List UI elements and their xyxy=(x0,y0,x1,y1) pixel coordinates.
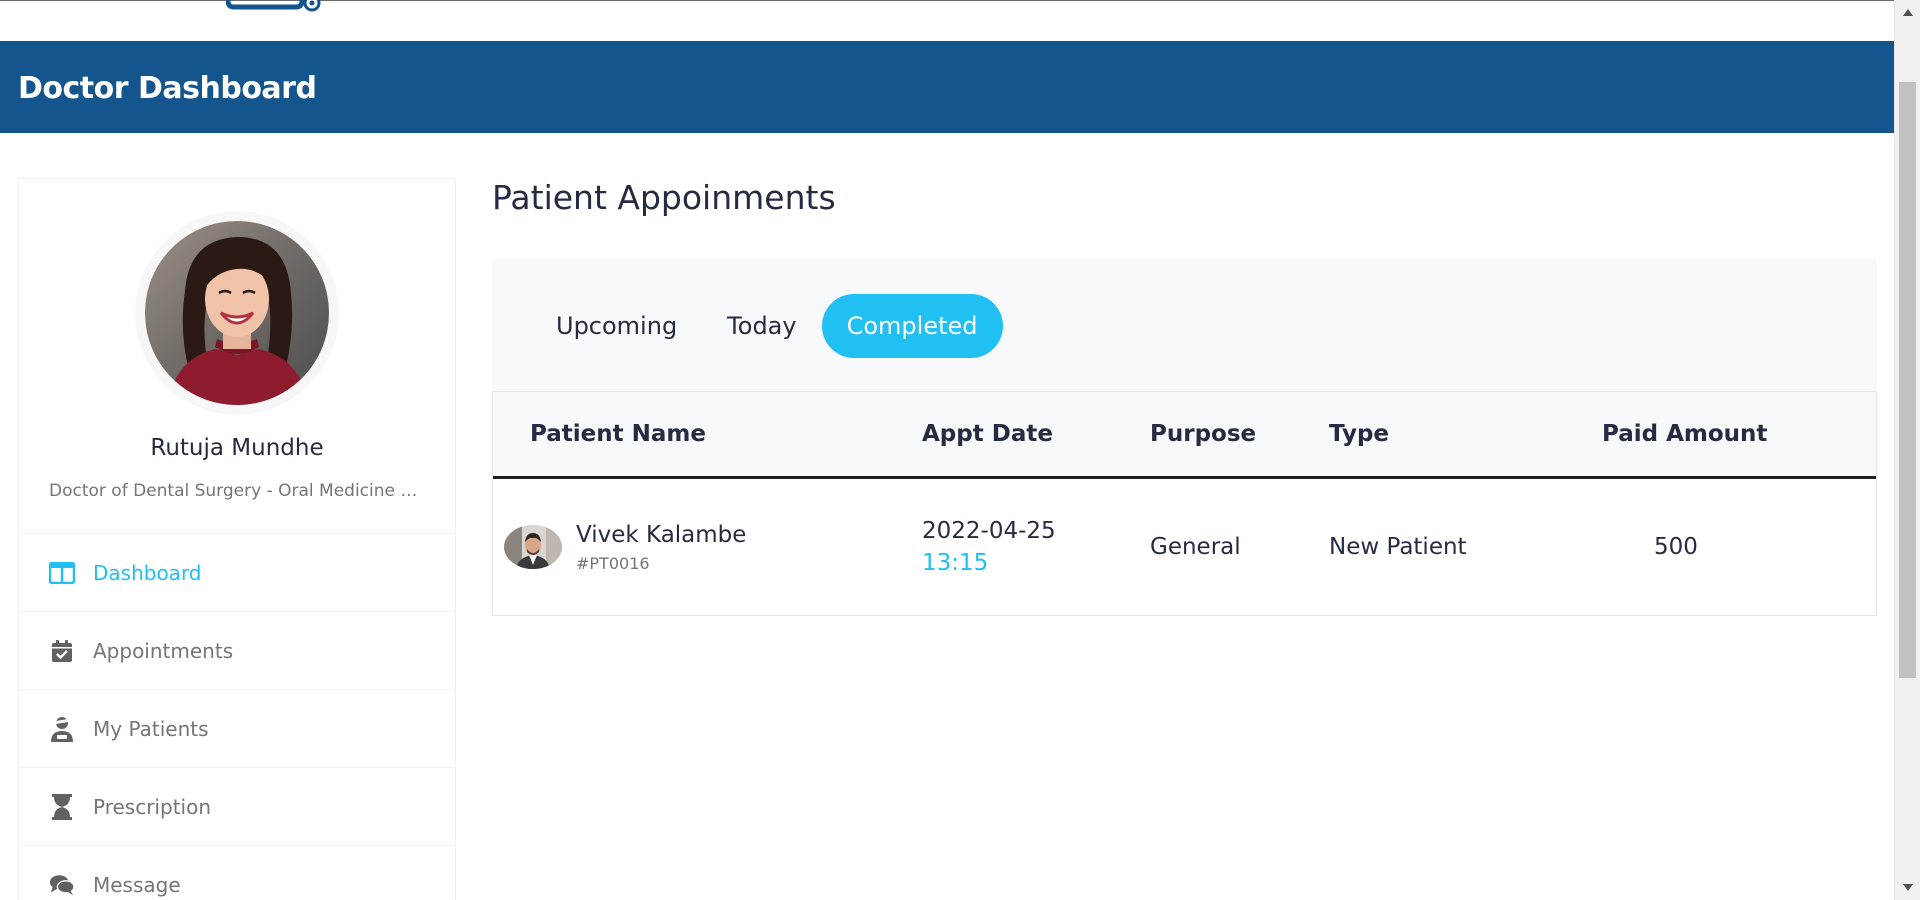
profile-widget: Rutuja Mundhe Doctor of Dental Surgery -… xyxy=(19,179,455,534)
avatar[interactable] xyxy=(145,221,329,405)
column-header-paid-amount: Paid Amount xyxy=(1602,392,1876,479)
column-header-purpose: Purpose xyxy=(1150,392,1329,479)
sidebar-item-label: Appointments xyxy=(93,638,234,663)
appointment-tabs: Upcoming Today Completed xyxy=(492,258,1877,392)
purpose-cell: General xyxy=(1150,534,1241,560)
page: Doctor Dashboard Rutuja Mundhe Doctor of… xyxy=(0,0,1920,900)
patient-profile: Vivek Kalambe #PT0016 xyxy=(493,522,922,573)
calendar-check-icon xyxy=(49,638,75,664)
doctor-name: Rutuja Mundhe xyxy=(150,435,324,461)
columns-icon xyxy=(49,560,75,586)
column-header-type: Type xyxy=(1329,392,1602,479)
sidebar-item-my-patients[interactable]: My Patients xyxy=(19,690,455,768)
patient-name-link[interactable]: Vivek Kalambe xyxy=(576,522,746,548)
table-header-row: Patient Name Appt Date Purpose Type Paid… xyxy=(493,392,1876,479)
type-cell: New Patient xyxy=(1329,534,1467,560)
doctor-photo xyxy=(145,221,329,405)
logo-icon[interactable] xyxy=(226,0,322,15)
sidebar-item-appointments[interactable]: Appointments xyxy=(19,612,455,690)
sidebar-item-message[interactable]: Message xyxy=(19,846,455,900)
comments-icon xyxy=(49,872,75,898)
breadcrumb-bar: Doctor Dashboard xyxy=(0,41,1895,133)
tab-list: Upcoming Today Completed xyxy=(531,294,1003,358)
page-title: Doctor Dashboard xyxy=(18,71,317,106)
paid-amount-cell: 500 xyxy=(1602,478,1876,616)
appointments-table: Patient Name Appt Date Purpose Type Paid… xyxy=(493,392,1876,615)
appt-date: 2022-04-25 xyxy=(922,518,1056,544)
avatar-ring xyxy=(135,211,339,415)
tab-today[interactable]: Today xyxy=(702,294,821,358)
appt-date-cell: 2022-04-25 13:15 xyxy=(922,478,1150,616)
appt-time: 13:15 xyxy=(922,550,989,576)
tab-completed[interactable]: Completed xyxy=(821,294,1003,358)
top-navbar xyxy=(0,0,1895,42)
table-row: Vivek Kalambe #PT0016 2022-04-25 13:15 G… xyxy=(493,478,1876,616)
scrollbar-thumb[interactable] xyxy=(1899,82,1916,678)
patient-name-cell: Vivek Kalambe #PT0016 xyxy=(493,478,922,616)
sidebar-item-prescription[interactable]: Prescription xyxy=(19,768,455,846)
sidebar-item-label: My Patients xyxy=(93,716,209,741)
sidebar-item-dashboard[interactable]: Dashboard xyxy=(19,534,455,612)
user-injured-icon xyxy=(49,716,75,742)
scroll-up-arrow-icon[interactable] xyxy=(1895,0,1920,25)
sidebar-item-label: Dashboard xyxy=(93,560,202,585)
profile-sidebar: Rutuja Mundhe Doctor of Dental Surgery -… xyxy=(18,178,456,900)
paid-amount: 500 xyxy=(1654,534,1698,560)
sidebar-item-label: Prescription xyxy=(93,794,211,819)
patient-id: #PT0016 xyxy=(576,553,650,573)
vertical-scrollbar[interactable] xyxy=(1894,0,1920,900)
patient-photo xyxy=(504,525,562,569)
patient-info: Vivek Kalambe #PT0016 xyxy=(576,522,746,573)
tab-upcoming[interactable]: Upcoming xyxy=(531,294,702,358)
patient-avatar[interactable] xyxy=(504,525,562,569)
appointments-table-container: Patient Name Appt Date Purpose Type Paid… xyxy=(492,391,1877,616)
doctor-degree: Doctor of Dental Surgery - Oral Medicine… xyxy=(49,481,425,501)
column-header-appt-date: Appt Date xyxy=(922,392,1150,479)
hourglass-icon xyxy=(49,793,75,820)
sidebar-item-label: Message xyxy=(93,872,181,897)
section-title: Patient Appoinments xyxy=(492,178,836,217)
column-header-patient-name: Patient Name xyxy=(493,392,922,479)
scroll-down-arrow-icon[interactable] xyxy=(1895,875,1920,900)
